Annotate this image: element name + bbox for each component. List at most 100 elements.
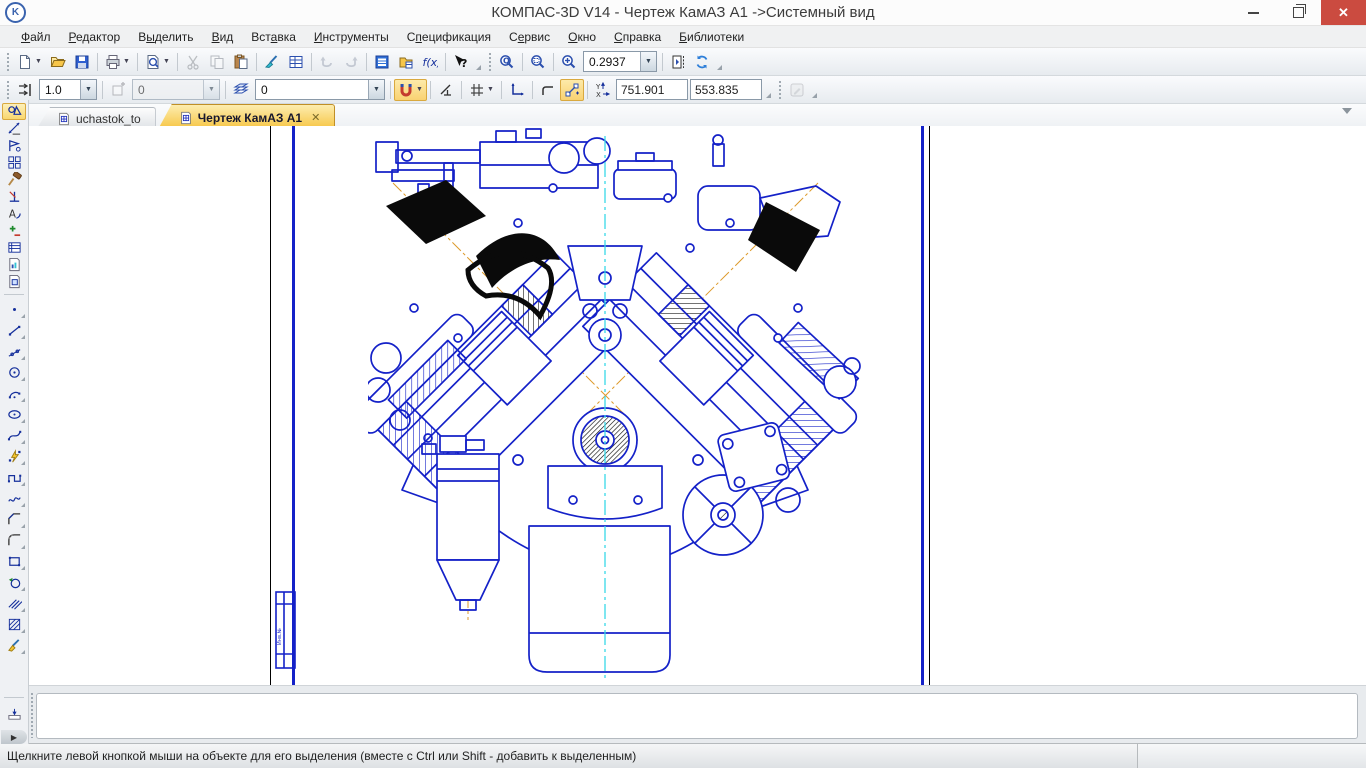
tool-insertions[interactable] — [2, 273, 26, 290]
save-document-button[interactable] — [70, 51, 94, 73]
orthogonal-drawing-button[interactable] — [434, 79, 458, 101]
menu-item[interactable]: Вставка — [242, 28, 305, 46]
toolbar-endcap — [714, 52, 723, 72]
grid-button[interactable]: ▼ — [465, 79, 498, 101]
print-preview-button[interactable]: ▼ — [141, 51, 174, 73]
menu-item[interactable]: Инструменты — [305, 28, 398, 46]
app-icon[interactable]: K — [5, 2, 26, 23]
previous-layer-combo-arrow[interactable]: ▼ — [203, 80, 219, 99]
print-button[interactable]: ▼ — [101, 51, 134, 73]
drawing-canvas[interactable]: Инв.№ — [28, 126, 1366, 686]
tool-circle[interactable] — [2, 362, 26, 383]
coordinate-y-field[interactable]: 553.835 — [690, 79, 762, 100]
menu-item[interactable]: Вид — [203, 28, 243, 46]
zoom-combo[interactable]: 0.2937▼ — [583, 51, 657, 72]
current-scale-button[interactable] — [13, 79, 37, 101]
variables-window-button[interactable] — [370, 51, 394, 73]
previous-layer-button[interactable] — [106, 79, 130, 101]
menu-item[interactable]: Справка — [605, 28, 670, 46]
tool-measurements-2d[interactable] — [2, 205, 26, 222]
title-bar: K КОМПАС-3D V14 - Чертеж КамАЗ А1 ->Сист… — [0, 0, 1366, 26]
tool-dimensions[interactable] — [2, 120, 26, 137]
tool-multiline[interactable] — [2, 593, 26, 614]
refresh-image-button[interactable] — [690, 51, 714, 73]
tool-collect-contour[interactable] — [2, 572, 26, 593]
menu-item[interactable]: Сервис — [500, 28, 559, 46]
message-line[interactable] — [36, 693, 1358, 739]
snap-points-button[interactable] — [560, 79, 584, 101]
tool-continuous-input[interactable] — [2, 446, 26, 467]
tool-polyline[interactable] — [2, 467, 26, 488]
tool-local-fragment-view[interactable] — [2, 702, 26, 726]
tool-reports[interactable] — [2, 256, 26, 273]
menu-item[interactable]: Библиотеки — [670, 28, 753, 46]
tool-bezier-curve[interactable] — [2, 488, 26, 509]
scale-combo-arrow[interactable]: ▼ — [80, 80, 96, 99]
restore-button[interactable] — [1276, 0, 1321, 25]
tool-selection[interactable] — [2, 222, 26, 239]
zoom-area-button[interactable] — [557, 51, 581, 73]
cut-button[interactable] — [181, 51, 205, 73]
ink-properties-button[interactable] — [785, 79, 809, 101]
coordinate-x-field[interactable]: 751.901 — [616, 79, 688, 100]
previous-layer-combo[interactable]: 0▼ — [132, 79, 220, 100]
tool-construction-designations[interactable] — [2, 154, 26, 171]
open-document-button[interactable] — [46, 51, 70, 73]
menu-item[interactable]: Спецификация — [398, 28, 500, 46]
tool-fill[interactable] — [2, 635, 26, 656]
tool-spline[interactable] — [2, 425, 26, 446]
properties-table-button[interactable] — [284, 51, 308, 73]
close-button[interactable]: ✕ — [1321, 0, 1366, 25]
tool-parametrization[interactable] — [2, 188, 26, 205]
fit-document-button[interactable] — [666, 51, 690, 73]
menu-item[interactable]: Редактор — [60, 28, 130, 46]
tool-rectangle[interactable] — [2, 551, 26, 572]
menu-item[interactable]: Выделить — [129, 28, 202, 46]
tool-geometry[interactable] — [2, 103, 26, 120]
snaps-button[interactable]: ▼ — [394, 79, 427, 101]
layers-button[interactable] — [229, 79, 253, 101]
tab-list-dropdown-icon[interactable] — [1342, 108, 1352, 114]
undo-button[interactable] — [315, 51, 339, 73]
tool-line[interactable] — [2, 341, 26, 362]
tool-ellipse[interactable] — [2, 404, 26, 425]
tool-specification[interactable] — [2, 239, 26, 256]
paste-button[interactable] — [229, 51, 253, 73]
tool-chamfer[interactable] — [2, 509, 26, 530]
new-document-button[interactable]: ▼ — [13, 51, 46, 73]
toolbar-grip[interactable] — [4, 80, 11, 100]
menu-item[interactable]: Окно — [559, 28, 605, 46]
tool-fillet[interactable] — [2, 530, 26, 551]
engine-drawing[interactable] — [368, 128, 865, 684]
toolbar-grip[interactable] — [4, 52, 11, 72]
toolbar-standard: ▼ ▼ ▼ 0.2937▼ — [0, 48, 1366, 76]
tool-editing[interactable] — [2, 171, 26, 188]
toolbar-grip[interactable] — [486, 52, 493, 72]
copy-button[interactable] — [205, 51, 229, 73]
panel-expander[interactable]: ▶ — [1, 730, 27, 744]
local-cs-button[interactable] — [505, 79, 529, 101]
menu-item[interactable]: Файл — [12, 28, 60, 46]
property-panel — [0, 685, 1366, 744]
current-scale-combo[interactable]: 1.0▼ — [39, 79, 97, 100]
tool-arc[interactable] — [2, 383, 26, 404]
tool-point[interactable] — [2, 299, 26, 320]
copy-properties-button[interactable] — [260, 51, 284, 73]
context-help-button[interactable] — [449, 51, 473, 73]
tool-segment[interactable] — [2, 320, 26, 341]
rounding-button[interactable] — [536, 79, 560, 101]
property-panel-grip[interactable] — [30, 692, 35, 738]
variables-button[interactable] — [394, 51, 418, 73]
layer-combo-arrow[interactable]: ▼ — [368, 80, 384, 99]
zoom-dynamic-button[interactable] — [526, 51, 550, 73]
redo-button[interactable] — [339, 51, 363, 73]
tool-designations[interactable] — [2, 137, 26, 154]
tab-close-icon[interactable]: ✕ — [311, 111, 320, 124]
minimize-button[interactable] — [1231, 0, 1276, 25]
zoom-window-button[interactable] — [495, 51, 519, 73]
functions-button[interactable] — [418, 51, 442, 73]
zoom-combo-arrow[interactable]: ▼ — [640, 52, 656, 71]
current-layer-combo[interactable]: 0▼ — [255, 79, 385, 100]
toolbar-grip[interactable] — [776, 80, 783, 100]
tool-hatch[interactable] — [2, 614, 26, 635]
